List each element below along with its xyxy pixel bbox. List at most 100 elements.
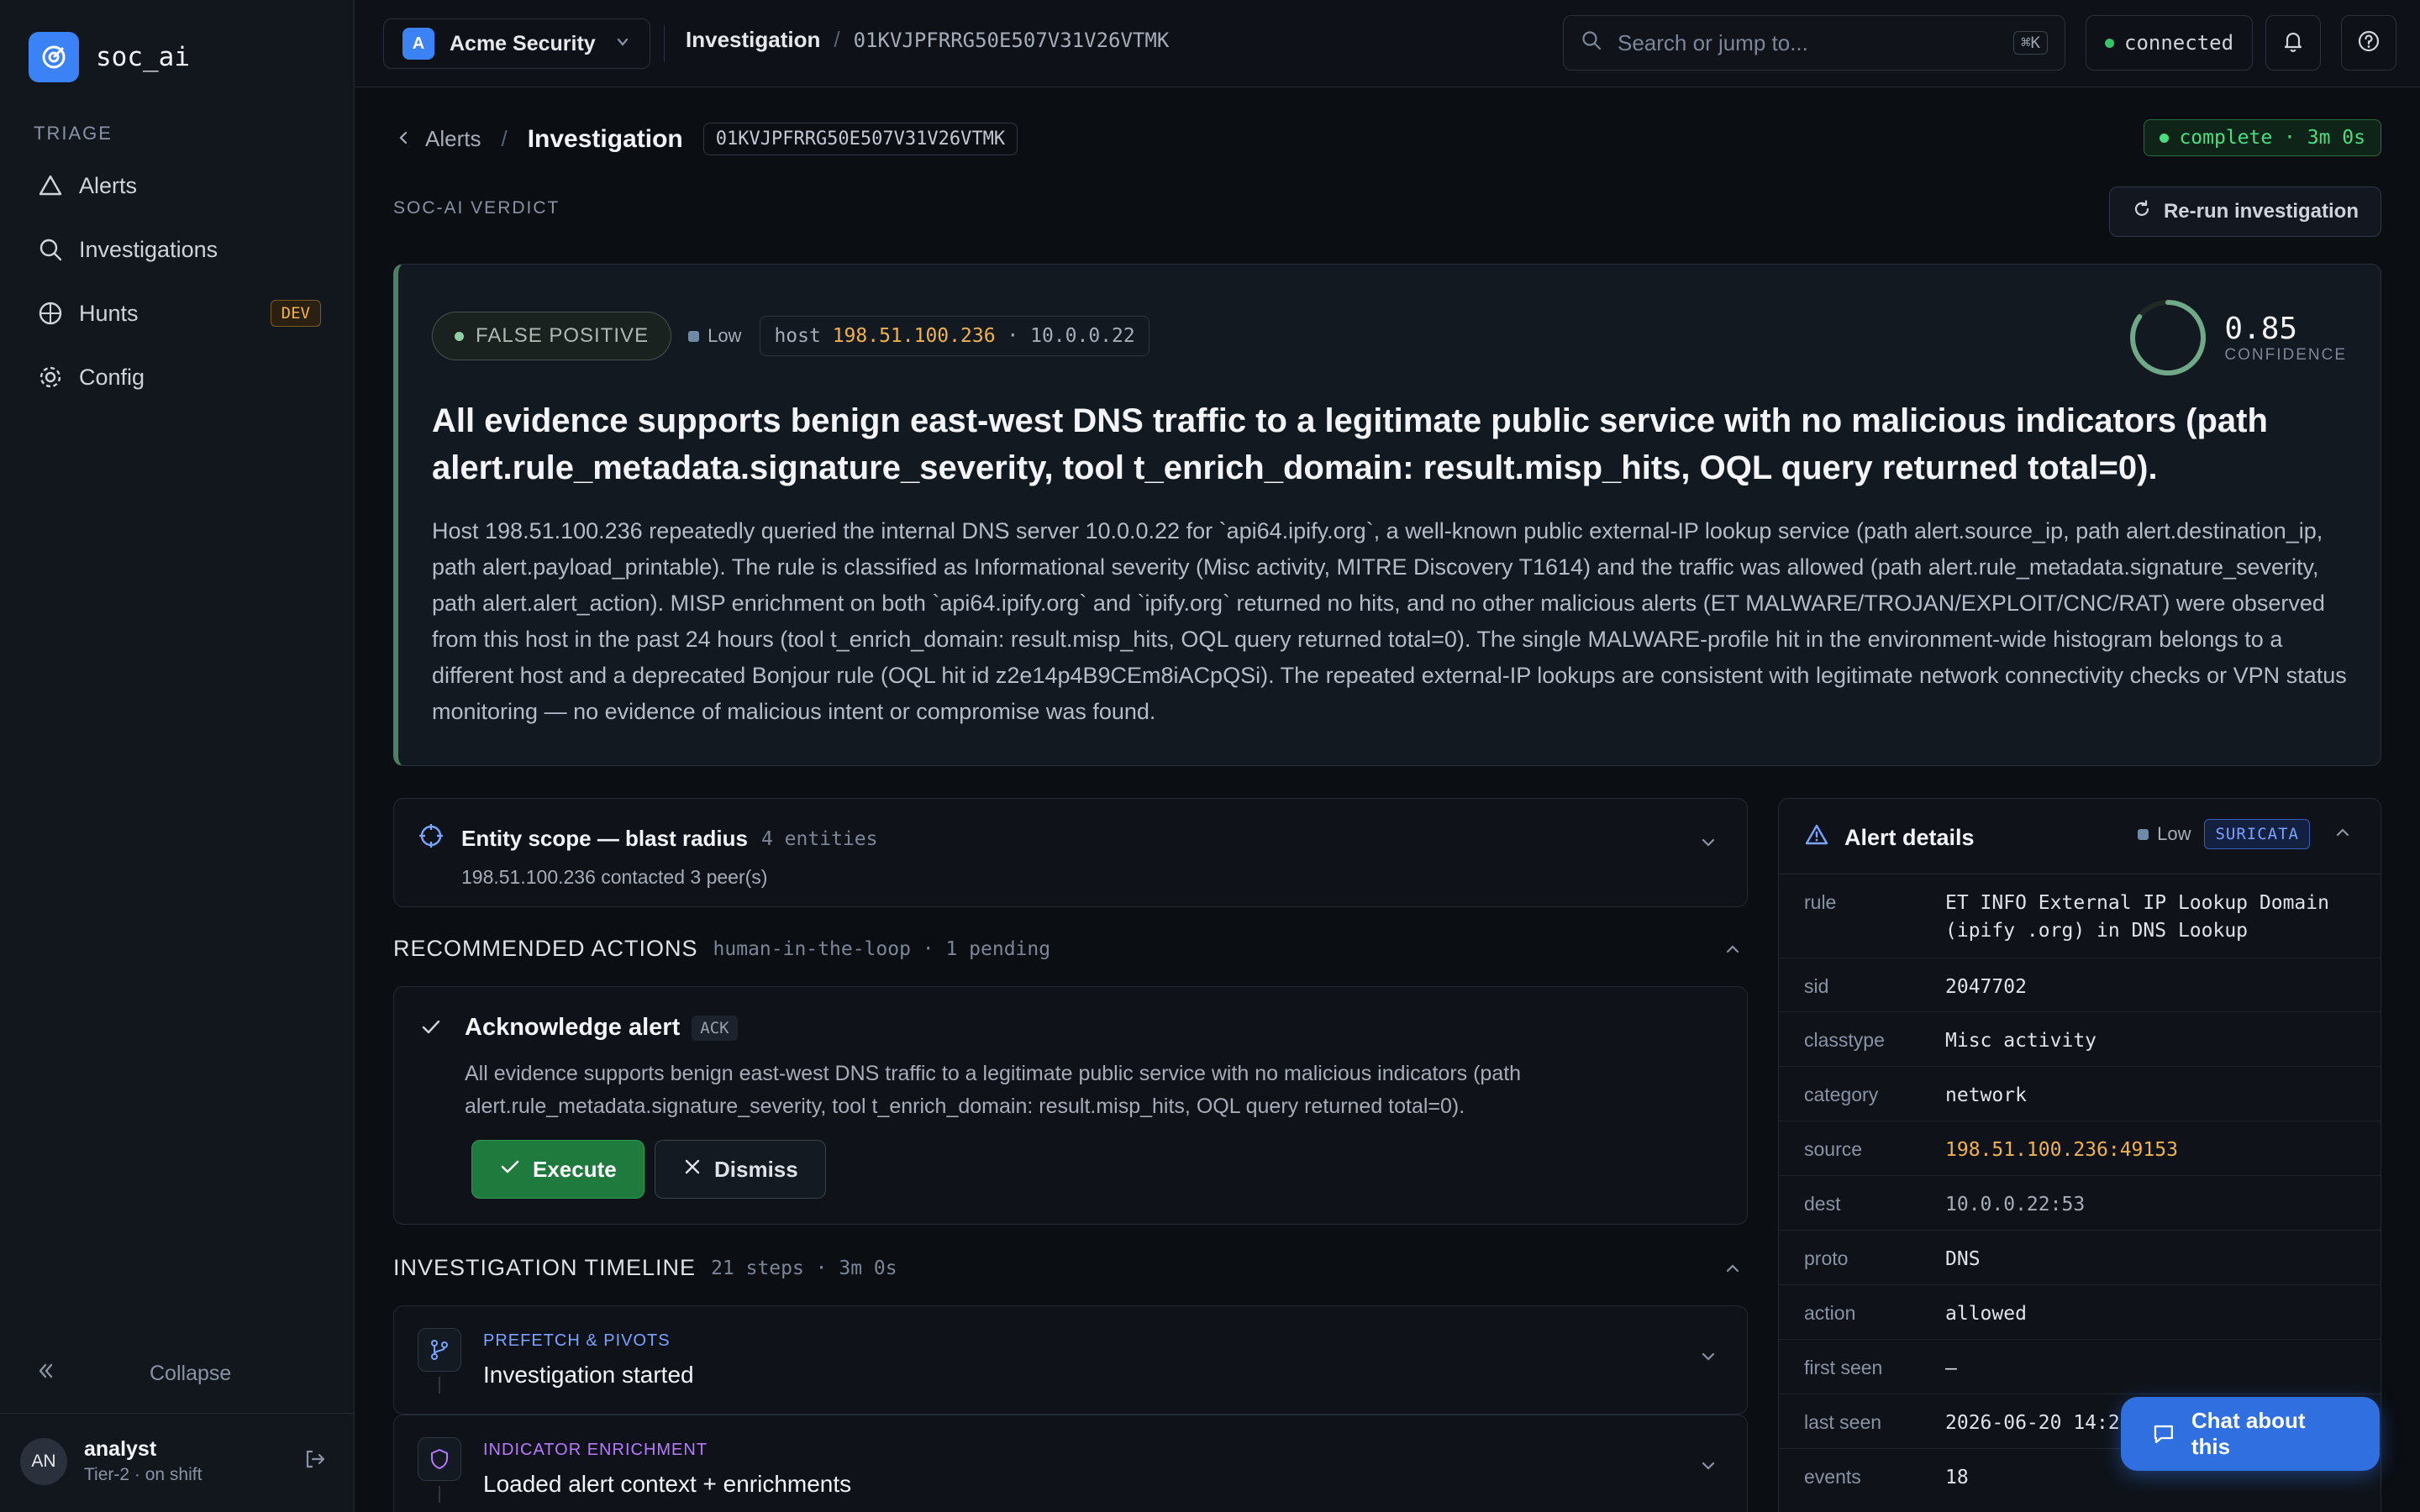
- brand[interactable]: soc_ai: [29, 32, 190, 82]
- status-dot: [2160, 133, 2170, 143]
- org-name: Acme Security: [450, 31, 596, 55]
- severity-label: Low: [708, 325, 742, 346]
- detail-row-action: action allowed: [1779, 1285, 2381, 1340]
- detail-value: ET INFO External IP Lookup Domain (ipify…: [1945, 892, 2329, 942]
- timeline-step[interactable]: INDICATOR ENRICHMENT Loaded alert contex…: [393, 1415, 1748, 1512]
- detail-value: DNS: [1945, 1248, 1981, 1270]
- sidebar-item-label: Config: [79, 364, 145, 390]
- search-shortcut: ⌘K: [2013, 31, 2048, 55]
- search-icon: [1581, 29, 1602, 57]
- detail-row-classtype: classtype Misc activity: [1779, 1012, 2381, 1067]
- chevron-up-icon[interactable]: [1723, 939, 1743, 963]
- sidebar-item-config[interactable]: Config: [20, 346, 334, 408]
- detail-key: last seen: [1804, 1411, 1882, 1433]
- detail-row-category: category network: [1779, 1067, 2381, 1121]
- chevron-down-icon[interactable]: [1698, 1347, 1718, 1371]
- search-icon: [35, 234, 66, 265]
- sidebar-item-hunts[interactable]: Hunts DEV: [20, 282, 334, 344]
- confidence-ring: [2130, 300, 2207, 375]
- detail-value: —: [1945, 1357, 1957, 1379]
- brand-name: soc_ai: [96, 42, 190, 72]
- timeline-connector: [439, 1486, 440, 1503]
- action-tag: ACK: [692, 1015, 738, 1041]
- brand-logo-icon: [29, 32, 79, 82]
- timeline-header: INVESTIGATION TIMELINE 21 steps · 3m 0s: [393, 1255, 897, 1281]
- close-icon: [682, 1157, 702, 1183]
- verdict-summary: Host 198.51.100.236 repeatedly queried t…: [432, 518, 2347, 724]
- detail-row-dest: dest 10.0.0.22:53: [1779, 1176, 2381, 1231]
- verdict-label: FALSE POSITIVE: [476, 324, 650, 347]
- chevron-down-icon[interactable]: [1698, 1456, 1718, 1480]
- execute-label: Execute: [533, 1156, 617, 1182]
- entity-count: 4 entities: [760, 827, 878, 850]
- chevron-left-icon[interactable]: [395, 126, 412, 152]
- refresh-icon: [2132, 199, 2152, 225]
- back-to-alerts-link[interactable]: Alerts: [425, 126, 481, 152]
- dev-badge: DEV: [270, 300, 321, 327]
- org-switcher[interactable]: A Acme Security: [383, 18, 650, 69]
- search-placeholder: Search or jump to...: [1618, 29, 1808, 55]
- org-initial: A: [402, 28, 434, 60]
- chevron-up-icon[interactable]: [1723, 1258, 1743, 1283]
- collapse-button[interactable]: Collapse: [34, 1359, 319, 1389]
- timeline-step[interactable]: PREFETCH & PIVOTS Investigation started: [393, 1305, 1748, 1415]
- connection-status: connected: [2086, 15, 2254, 71]
- rerun-button[interactable]: Re-run investigation: [2108, 186, 2381, 237]
- detail-value: Misc activity: [1945, 1030, 2097, 1052]
- gear-icon: [35, 362, 66, 392]
- detail-key: action: [1804, 1302, 1856, 1324]
- detail-key: events: [1804, 1466, 1861, 1488]
- detail-key: proto: [1804, 1247, 1849, 1269]
- triangle-alert-icon: [1804, 822, 1829, 853]
- verdict-headline: All evidence supports benign east-west D…: [432, 402, 2268, 486]
- sidebar-item-label: Alerts: [79, 172, 138, 198]
- detail-key: classtype: [1804, 1029, 1885, 1051]
- connection-label: connected: [2124, 31, 2234, 55]
- chevron-down-icon[interactable]: [1698, 832, 1718, 857]
- action-description: All evidence supports benign east-west D…: [465, 1062, 1522, 1118]
- dismiss-button[interactable]: Dismiss: [655, 1140, 826, 1199]
- crosshair-icon: [418, 822, 445, 855]
- sidebar-nav: Alerts Investigations Hunts DEV Config: [20, 155, 334, 410]
- breadcrumb-investigation[interactable]: Investigation: [686, 27, 820, 53]
- verdict-card: FALSE POSITIVE Low host 198.51.100.236 ·…: [393, 264, 2381, 766]
- timeline-connector: [439, 1377, 440, 1394]
- collapse-label: Collapse: [150, 1362, 232, 1385]
- alert-details-title: Alert details: [1844, 825, 1975, 850]
- git-branch-icon: [418, 1328, 461, 1372]
- divider: [664, 25, 665, 62]
- chat-button[interactable]: Chat about this: [2121, 1397, 2380, 1471]
- detail-key: source: [1804, 1138, 1863, 1160]
- chevron-up-icon[interactable]: [2333, 823, 2352, 846]
- action-card: Acknowledge alert ACK All evidence suppo…: [393, 986, 1748, 1225]
- detail-key: rule: [1804, 891, 1837, 913]
- timeline-step-category: INDICATOR ENRICHMENT: [483, 1441, 708, 1459]
- detail-value[interactable]: 198.51.100.236:49153: [1945, 1121, 2355, 1164]
- detail-value: network: [1945, 1084, 2027, 1106]
- sidebar-item-label: Hunts: [79, 300, 139, 326]
- sidebar-item-investigations[interactable]: Investigations: [20, 218, 334, 281]
- verdict-tags: FALSE POSITIVE Low host 198.51.100.236 ·…: [432, 312, 1150, 360]
- recommended-actions-header: RECOMMENDED ACTIONS human-in-the-loop · …: [393, 936, 1050, 962]
- sidebar-item-alerts[interactable]: Alerts: [20, 155, 334, 217]
- severity-label: Low: [2157, 823, 2191, 844]
- alert-details-tags: Low SURICATA: [2138, 819, 2352, 849]
- detail-value[interactable]: 10.0.0.22:53: [1945, 1176, 2355, 1219]
- user-panel: AN analyst Tier-2 · on shift: [0, 1413, 355, 1509]
- breadcrumb: Investigation / 01KVJPFRRG50E507V31V26VT…: [686, 27, 1169, 53]
- help-button[interactable]: [2341, 15, 2396, 71]
- severity-badge: Low: [688, 325, 741, 347]
- confidence-label: CONFIDENCE: [2224, 345, 2347, 364]
- confidence-meter: 0.85 CONFIDENCE: [2127, 297, 2347, 379]
- notifications-button[interactable]: [2265, 15, 2321, 71]
- host-chip[interactable]: host 198.51.100.236 · 10.0.0.22: [760, 316, 1150, 356]
- host-prefix: host: [774, 325, 821, 347]
- severity-square: [2138, 828, 2149, 840]
- entity-scope-card[interactable]: Entity scope — blast radius 4 entities 1…: [393, 798, 1748, 907]
- search-input[interactable]: Search or jump to... ⌘K: [1563, 15, 2065, 71]
- logout-icon[interactable]: [302, 1446, 328, 1476]
- breadcrumb-id: 01KVJPFRRG50E507V31V26VTMK: [853, 28, 1170, 52]
- triangle-alert-icon: [35, 171, 66, 201]
- alert-details-header: Alert details Low SURICATA: [1779, 799, 2381, 874]
- execute-button[interactable]: Execute: [471, 1140, 644, 1199]
